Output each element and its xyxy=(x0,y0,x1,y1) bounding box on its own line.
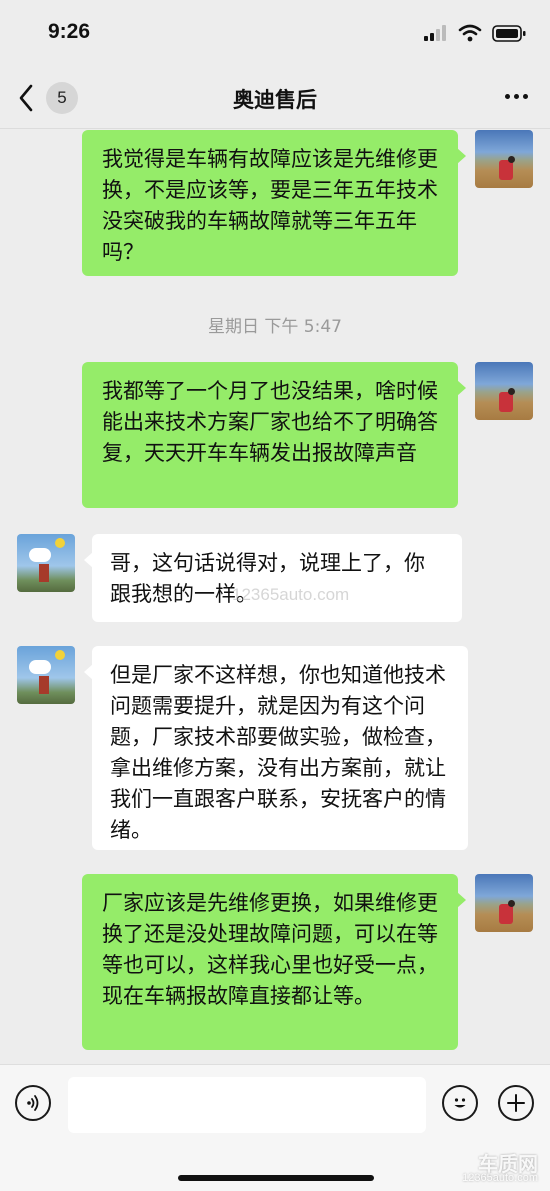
message-bubble-received[interactable]: 哥，这句话说得对，说理上了，你跟我想的一样。 xyxy=(84,534,462,622)
more-actions-button[interactable] xyxy=(498,1085,534,1121)
avatar-contact[interactable] xyxy=(17,534,75,592)
message-timestamp: 星期日 下午 5:47 xyxy=(208,317,342,337)
message-bubble-received[interactable]: 但是厂家不这样想，你也知道他技术问题需要提升，就是因为有这个问题，厂家技术部要做… xyxy=(84,646,468,850)
message-bubble-sent[interactable]: 厂家应该是先维修更换，如果维修更换了还是没处理故障问题，可以在等等也可以，这样我… xyxy=(82,874,466,1050)
more-dot-icon xyxy=(523,94,528,99)
message-input[interactable] xyxy=(68,1077,426,1133)
more-dot-icon xyxy=(514,94,519,99)
plus-icon xyxy=(507,1094,525,1112)
voice-icon xyxy=(27,1095,39,1111)
signal-icon xyxy=(424,25,446,41)
status-icons xyxy=(424,24,526,42)
avatar-self[interactable] xyxy=(475,874,533,932)
watermark-text: 12365auto.com xyxy=(232,585,350,604)
message-bubble-sent[interactable]: 我觉得是车辆有故障应该是先维修更换，不是应该等，要是三年五年技术没突破我的车辆故… xyxy=(82,130,466,276)
battery-icon xyxy=(492,24,526,42)
voice-input-button[interactable] xyxy=(15,1085,51,1121)
status-bar: 9:26 xyxy=(0,0,550,68)
avatar-self[interactable] xyxy=(475,130,533,188)
smiley-icon xyxy=(454,1098,466,1108)
chat-title: 奥迪售后 xyxy=(233,88,317,112)
more-options-button[interactable] xyxy=(505,94,528,99)
avatar-self[interactable] xyxy=(475,362,533,420)
watermark-url: 12365auto.com xyxy=(462,1172,538,1184)
status-time: 9:26 xyxy=(48,20,91,43)
more-dot-icon xyxy=(505,94,510,99)
chat-header: 5 奥迪售后 xyxy=(0,68,550,129)
avatar-contact[interactable] xyxy=(17,646,75,704)
message-bubble-sent[interactable]: 我都等了一个月了也没结果，啥时候能出来技术方案厂家也给不了明确答复，天天开车车辆… xyxy=(82,362,466,508)
emoji-button[interactable] xyxy=(442,1085,478,1121)
home-indicator[interactable] xyxy=(178,1175,374,1181)
wifi-icon xyxy=(458,24,482,42)
